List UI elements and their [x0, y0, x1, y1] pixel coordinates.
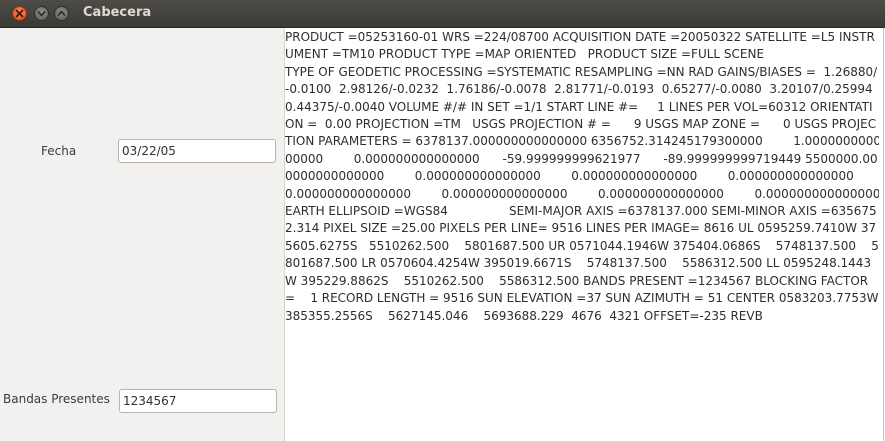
fecha-input[interactable] — [118, 139, 276, 163]
scrollbar[interactable] — [879, 28, 885, 441]
maximize-icon — [57, 10, 66, 16]
close-icon — [15, 9, 24, 18]
bandas-presentes-input[interactable] — [119, 389, 277, 413]
window-title: Cabecera — [83, 5, 152, 20]
header-text-area[interactable]: PRODUCT =05253160-01 WRS =224/08700 ACQU… — [284, 28, 885, 441]
minimize-icon — [37, 11, 46, 17]
close-button[interactable] — [12, 6, 27, 21]
form-panel: Fecha Bandas Presentes — [0, 28, 284, 441]
fecha-label: Fecha — [41, 144, 77, 158]
maximize-button[interactable] — [54, 6, 69, 21]
window-titlebar: Cabecera — [0, 0, 885, 28]
minimize-button[interactable] — [34, 6, 49, 21]
bandas-presentes-label: Bandas Presentes — [3, 392, 110, 406]
